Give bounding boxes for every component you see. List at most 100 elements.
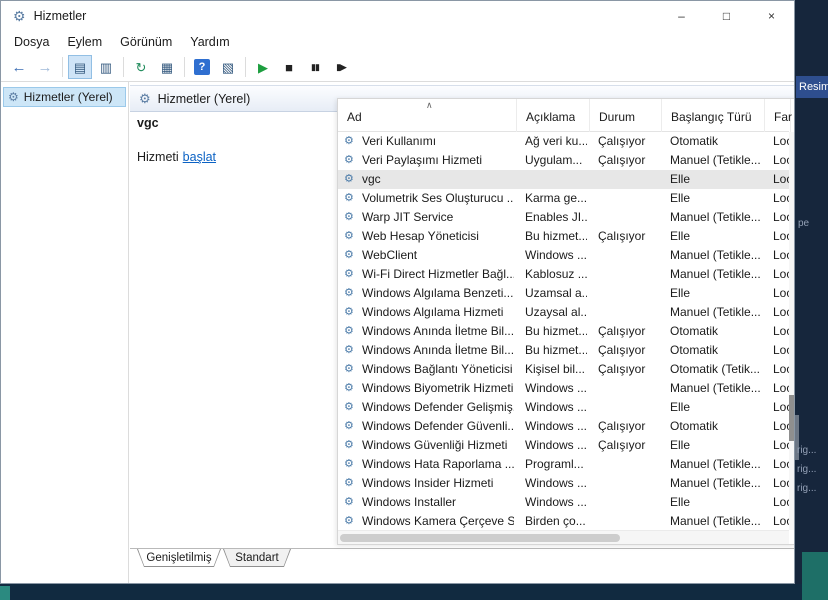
cell-startup: Manuel (Tetikle...	[670, 267, 761, 281]
service-gear-icon: ⚙	[344, 211, 354, 223]
service-row[interactable]: ⚙ Veri Kullanımı Ağ veri ku... Çalışıyor Oto…	[338, 132, 789, 151]
service-gear-icon: ⚙	[344, 363, 354, 375]
cell-logon: Loc...	[773, 134, 789, 148]
cell-logon: Loc...	[773, 476, 789, 490]
service-row[interactable]: ⚙ WebClient Windows ... Manuel (Tetikle... L…	[338, 246, 789, 265]
maximize-button[interactable]: □	[704, 1, 749, 31]
cell-startup: Elle	[670, 400, 691, 414]
title-bar[interactable]: ⚙ Hizmetler – □ ×	[1, 1, 794, 31]
cell-name: Volumetrik Ses Oluşturucu ...	[362, 191, 514, 205]
service-gear-icon: ⚙	[344, 268, 354, 280]
service-row[interactable]: ⚙ Windows Defender Gelişmiş... Windows ...…	[338, 398, 789, 417]
column-header-durum[interactable]: Durum	[590, 99, 662, 132]
menu-item-yardim[interactable]: Yardım	[181, 33, 238, 51]
menu-item-gorunum[interactable]: Görünüm	[111, 33, 181, 51]
service-row[interactable]: ⚙ vgc Elle Loc...	[338, 170, 789, 189]
service-row[interactable]: ⚙ Windows Installer Windows ... Elle Loc...	[338, 493, 789, 512]
cell-logon: Loc...	[773, 400, 789, 414]
background-resim-fragment: Resim	[796, 76, 828, 98]
column-header-aciklama[interactable]: Açıklama	[517, 99, 590, 132]
service-row[interactable]: ⚙ Warp JIT Service Enables JI... Manuel (Te…	[338, 208, 789, 227]
cell-desc: Kablosuz ...	[525, 267, 587, 281]
tab-standart[interactable]: Standart	[223, 549, 291, 567]
cell-logon: Loc...	[773, 153, 789, 167]
start-service-icon[interactable]: ▶	[251, 55, 275, 79]
cell-desc: Bu hizmet...	[525, 229, 587, 243]
service-row[interactable]: ⚙ Wi-Fi Direct Hizmetler Bağl... Kablosuz …	[338, 265, 789, 284]
cell-name: Windows Anında İletme Bil...	[362, 324, 514, 338]
services-node-icon: ⚙	[8, 90, 19, 104]
cell-logon: Loc...	[773, 419, 789, 433]
column-header-baslangic-turu[interactable]: Başlangıç Türü	[662, 99, 765, 132]
service-row[interactable]: ⚙ Windows Anında İletme Bil... Bu hizmet..…	[338, 322, 789, 341]
cell-logon: Loc...	[773, 381, 789, 395]
help-icon[interactable]: ?	[190, 55, 214, 79]
vertical-scrollbar[interactable]	[789, 132, 794, 530]
cell-logon: Loc...	[773, 305, 789, 319]
cell-desc: Uygulam...	[525, 153, 583, 167]
vertical-scrollbar-thumb[interactable]	[789, 394, 794, 441]
horizontal-scrollbar[interactable]	[338, 530, 789, 544]
close-button[interactable]: ×	[749, 1, 794, 31]
cell-startup: Otomatik	[670, 134, 719, 148]
column-header-farkli[interactable]: Far	[765, 99, 792, 132]
service-row[interactable]: ⚙ Windows Hata Raporlama ... Programl... Ma…	[338, 455, 789, 474]
service-row[interactable]: ⚙ Windows Biyometrik Hizmeti Windows ... Ma…	[338, 379, 789, 398]
horizontal-scrollbar-thumb[interactable]	[340, 534, 620, 542]
show-console-tree-icon[interactable]: ▤	[68, 55, 92, 79]
cell-name: WebClient	[362, 248, 418, 262]
cell-startup: Manuel (Tetikle...	[670, 248, 761, 262]
stop-service-icon[interactable]: ■	[277, 55, 301, 79]
cell-name: Windows Güvenliği Hizmeti	[362, 438, 508, 452]
cell-logon: Loc...	[773, 267, 789, 281]
stop-service-icon-glyph: ■	[285, 59, 293, 75]
properties-icon[interactable]: ▥	[94, 55, 118, 79]
column-label: Açıklama	[526, 110, 576, 124]
cell-startup: Elle	[670, 229, 691, 243]
service-row[interactable]: ⚙ Windows Algılama Hizmeti Uzaysal al... Ma…	[338, 303, 789, 322]
cell-name: Windows Insider Hizmeti	[362, 476, 494, 490]
extended-view-icon[interactable]: ▧	[216, 55, 240, 79]
start-service-link[interactable]: başlat	[183, 150, 216, 164]
service-row[interactable]: ⚙ Windows Insider Hizmeti Windows ... Manue…	[338, 474, 789, 493]
forward-icon[interactable]: →	[33, 55, 57, 79]
service-row[interactable]: ⚙ Windows Kamera Çerçeve S... Birden ço...…	[338, 512, 789, 530]
cell-logon: Loc...	[773, 362, 789, 376]
service-gear-icon: ⚙	[344, 173, 354, 185]
service-gear-icon: ⚙	[344, 496, 354, 508]
cell-desc: Windows ...	[525, 248, 587, 262]
column-header-ad[interactable]: Ad ∧	[338, 99, 517, 132]
refresh-icon[interactable]: ↻	[129, 55, 153, 79]
pause-service-icon-glyph: ▮▮	[311, 61, 320, 72]
cell-logon: Loc...	[773, 324, 789, 338]
service-row[interactable]: ⚙ Veri Paylaşımı Hizmeti Uygulam... Çalışıy…	[338, 151, 789, 170]
background-window-right: Resim pe rig... rig... rig...	[795, 0, 828, 600]
cell-logon: Loc...	[773, 172, 789, 186]
tab-label: Genişletilmiş	[138, 549, 220, 566]
tab-label: Standart	[224, 549, 290, 566]
cell-name: Windows Defender Güvenli...	[362, 419, 514, 433]
pause-service-icon[interactable]: ▮▮	[303, 55, 327, 79]
cell-startup: Manuel (Tetikle...	[670, 476, 761, 490]
back-icon[interactable]: ←	[7, 55, 31, 79]
service-row[interactable]: ⚙ Windows Güvenliği Hizmeti Windows ... Çal…	[338, 436, 789, 455]
cell-startup: Elle	[670, 286, 691, 300]
minimize-button[interactable]: –	[659, 1, 704, 31]
export-list-icon[interactable]: ▦	[155, 55, 179, 79]
cell-startup: Elle	[670, 495, 691, 509]
tree-item-services-local[interactable]: ⚙ Hizmetler (Yerel)	[3, 87, 126, 107]
service-row[interactable]: ⚙ Windows Bağlantı Yöneticisi Kişisel bil.…	[338, 360, 789, 379]
menu-item-dosya[interactable]: Dosya	[5, 33, 58, 51]
restart-service-icon[interactable]: ▮▶	[329, 55, 353, 79]
tab-genisletilmis[interactable]: Genişletilmiş	[137, 549, 221, 567]
show-console-tree-icon-glyph: ▤	[73, 59, 87, 75]
service-row[interactable]: ⚙ Volumetrik Ses Oluşturucu ... Karma ge..…	[338, 189, 789, 208]
service-row[interactable]: ⚙ Web Hesap Yöneticisi Bu hizmet... Çalışıy…	[338, 227, 789, 246]
service-gear-icon: ⚙	[344, 344, 354, 356]
service-row[interactable]: ⚙ Windows Anında İletme Bil... Bu hizmet..…	[338, 341, 789, 360]
cell-startup: Manuel (Tetikle...	[670, 381, 761, 395]
tree-item-label: Hizmetler (Yerel)	[23, 90, 113, 104]
service-row[interactable]: ⚙ Windows Defender Güvenli... Windows ... Ç…	[338, 417, 789, 436]
menu-item-eylem[interactable]: Eylem	[58, 33, 111, 51]
service-row[interactable]: ⚙ Windows Algılama Benzeti... Uzamsal a...…	[338, 284, 789, 303]
